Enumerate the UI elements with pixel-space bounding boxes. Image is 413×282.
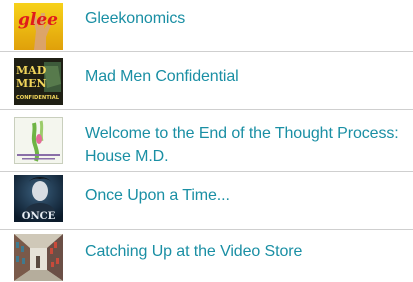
mad-men-book-cover-thumbnail[interactable]: MAD MEN CONFIDENTIAL	[14, 58, 63, 105]
video-store-aisle-thumbnail[interactable]	[14, 234, 63, 281]
list-item[interactable]: Catching Up at the Video Store	[0, 230, 413, 282]
house-md-book-cover-icon	[14, 117, 63, 164]
article-title-link[interactable]: Welcome to the End of the Thought Proces…	[85, 122, 403, 168]
svg-text:MEN: MEN	[16, 77, 47, 90]
once-upon-a-time-thumbnail[interactable]: ONCE	[14, 175, 63, 222]
once-upon-a-time-cover-icon: ONCE	[14, 175, 63, 222]
article-title-link[interactable]: Once Upon a Time...	[85, 184, 403, 207]
video-store-aisle-icon	[14, 234, 63, 281]
article-title-link[interactable]: Mad Men Confidential	[85, 65, 403, 88]
article-title-link[interactable]: Catching Up at the Video Store	[85, 240, 403, 263]
list-item[interactable]: ONCE Once Upon a Time...	[0, 172, 413, 230]
mad-men-cover-icon: MAD MEN CONFIDENTIAL	[14, 58, 63, 105]
house-md-thumbnail[interactable]	[14, 117, 63, 164]
glee-logo-icon: glee	[14, 3, 63, 50]
list-item[interactable]: MAD MEN CONFIDENTIAL Mad Men Confidentia…	[0, 52, 413, 110]
svg-text:ONCE: ONCE	[22, 211, 56, 222]
glee-logo-thumbnail[interactable]: glee	[14, 3, 63, 50]
list-item[interactable]: glee Gleekonomics	[0, 0, 413, 52]
svg-text:CONFIDENTIAL: CONFIDENTIAL	[16, 95, 60, 101]
svg-text:MAD: MAD	[16, 64, 47, 77]
article-title-link[interactable]: Gleekonomics	[85, 7, 403, 30]
svg-text:glee: glee	[18, 10, 58, 30]
list-item[interactable]: Welcome to the End of the Thought Proces…	[0, 110, 413, 172]
